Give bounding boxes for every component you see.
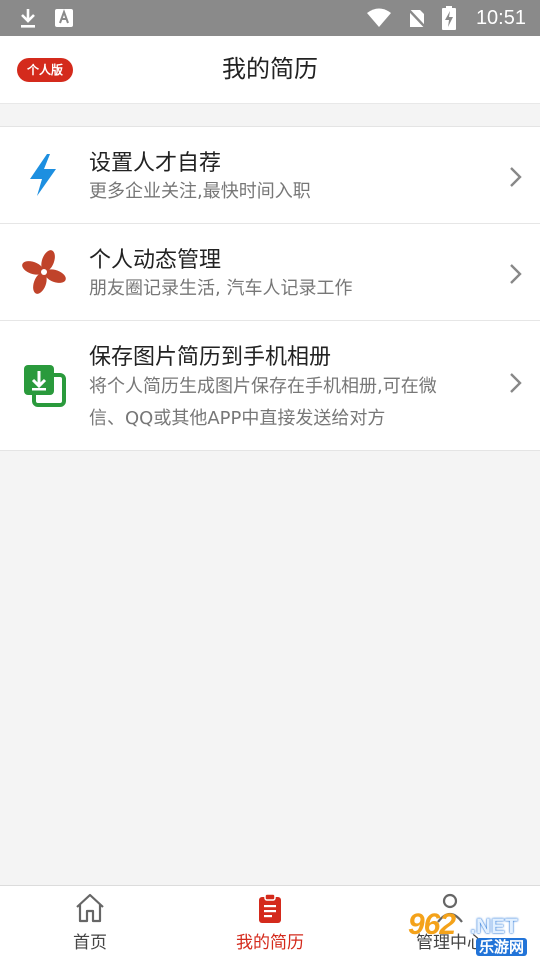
watermark-site: 乐游网 (476, 938, 528, 956)
menu-item-description: 朋友圈记录生活, 汽车人记录工作 (89, 278, 353, 299)
menu-item-description: 更多企业关注,最快时间入职 (89, 181, 311, 202)
battery-charging-icon (441, 6, 456, 30)
chevron-right-icon (510, 167, 522, 187)
app-header: 个人版 我的简历 (0, 36, 540, 104)
tab-home[interactable]: 首页 (0, 886, 180, 960)
keyboard-a-icon (55, 9, 73, 27)
watermark-suffix: .NET (470, 915, 518, 938)
status-left (18, 7, 74, 29)
chevron-right-icon (510, 373, 522, 393)
menu-item-title: 保存图片简历到手机相册 (89, 345, 332, 370)
tab-my-resume[interactable]: 我的简历 (180, 886, 360, 960)
menu-item-description-line: 信、QQ或其他APP中直接发送给对方 (89, 408, 386, 429)
menu-item-description: 将个人简历生成图片保存在手机相册,可在微 信、QQ或其他APP中直接发送给对方 (89, 371, 496, 435)
tab-label: 我的简历 (236, 933, 304, 953)
tab-label: 首页 (73, 933, 107, 953)
menu-item-dynamics-management[interactable]: 个人动态管理 朋友圈记录生活, 汽车人记录工作 (0, 224, 540, 321)
site-watermark: 962 .NET 乐游网 (406, 908, 534, 956)
download-icon (21, 9, 35, 28)
status-bar: 10:51 (0, 0, 540, 36)
menu-item-description-line: 将个人简历生成图片保存在手机相册,可在微 (89, 376, 437, 397)
menu-item-title: 设置人才自荐 (89, 151, 222, 176)
pinwheel-icon (22, 250, 66, 294)
menu-item-talent-recommend[interactable]: 设置人才自荐 更多企业关注,最快时间入职 (0, 127, 540, 224)
page-title: 我的简历 (222, 55, 318, 83)
resume-menu-list: 设置人才自荐 更多企业关注,最快时间入职 个人动态管理 朋友圈记录生活, 汽车人… (0, 126, 540, 451)
status-time: 10:51 (475, 6, 526, 29)
wifi-icon (366, 8, 391, 27)
chevron-right-icon (510, 264, 522, 284)
menu-item-save-resume-image[interactable]: 保存图片简历到手机相册 将个人简历生成图片保存在手机相册,可在微 信、QQ或其他… (0, 321, 540, 450)
menu-item-title: 个人动态管理 (89, 248, 222, 273)
app-screen: 10:51 个人版 我的简历 设置人才自荐 更多企业关注,最快时间入职 个人动态… (0, 0, 540, 960)
clipboard-icon (259, 893, 281, 923)
status-right: 10:51 (366, 6, 526, 30)
lightning-icon (30, 154, 56, 196)
watermark-number: 962 (408, 908, 456, 941)
no-sim-icon (407, 8, 426, 29)
home-icon (76, 893, 104, 923)
save-image-icon (24, 365, 66, 407)
